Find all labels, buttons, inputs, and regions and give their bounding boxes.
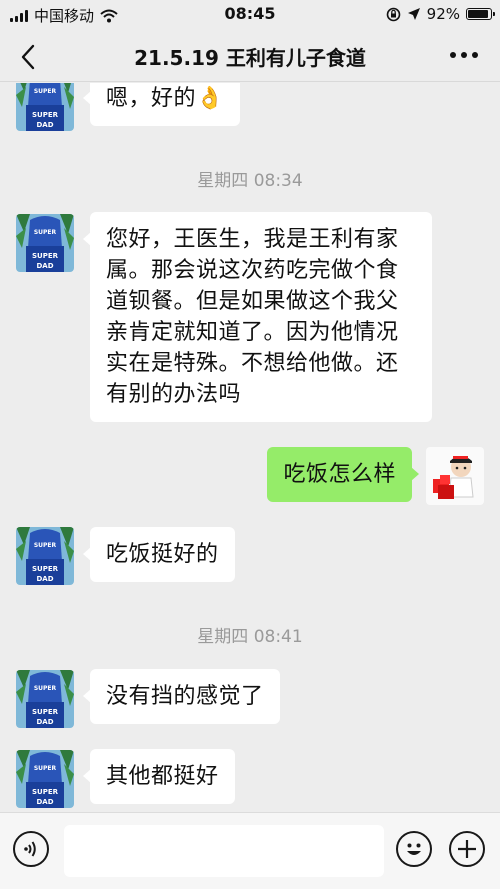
- contact-avatar[interactable]: SUPER SUPER DAD: [16, 83, 74, 131]
- svg-text:DAD: DAD: [36, 798, 53, 806]
- svg-text:SUPER: SUPER: [32, 252, 59, 260]
- contact-avatar[interactable]: SUPER SUPER DAD: [16, 527, 74, 585]
- rotation-lock-icon: [386, 7, 400, 21]
- message-bubble[interactable]: 没有挡的感觉了: [83, 669, 280, 724]
- svg-text:DAD: DAD: [36, 575, 53, 583]
- message-bubble[interactable]: 其他都挺好: [83, 749, 235, 804]
- svg-text:SUPER: SUPER: [34, 685, 57, 692]
- svg-text:SUPER: SUPER: [34, 88, 57, 95]
- contact-avatar[interactable]: SUPER SUPER DAD: [16, 214, 74, 272]
- svg-text:SUPER: SUPER: [34, 542, 57, 549]
- battery-icon: [466, 8, 495, 20]
- svg-text:SUPER: SUPER: [32, 111, 59, 119]
- chevron-left-icon[interactable]: [14, 42, 44, 72]
- contact-avatar[interactable]: SUPER SUPER DAD: [16, 750, 74, 808]
- nav-bar: 21.5.19 王利有儿子食道: [0, 30, 500, 82]
- doctor-avatar-icon: [426, 447, 484, 505]
- message-input[interactable]: [64, 825, 384, 877]
- location-icon: [407, 8, 420, 20]
- plus-icon[interactable]: [449, 831, 485, 867]
- svg-text:SUPER: SUPER: [34, 765, 57, 772]
- status-right: 92%: [386, 5, 495, 23]
- message-bubble[interactable]: 嗯，好的👌: [83, 83, 240, 126]
- battery-fill: [468, 10, 489, 18]
- contact-avatar[interactable]: SUPER SUPER DAD: [16, 670, 74, 728]
- svg-text:DAD: DAD: [36, 718, 53, 726]
- voice-icon[interactable]: [13, 831, 49, 867]
- svg-text:SUPER: SUPER: [32, 565, 59, 573]
- svg-text:DAD: DAD: [36, 121, 53, 129]
- self-avatar[interactable]: [426, 447, 484, 505]
- timestamp: 星期四 08:34: [197, 171, 303, 191]
- svg-text:DAD: DAD: [36, 262, 53, 270]
- message-bubble[interactable]: 您好，王医生，我是王利有家属。那会说这次药吃完做个食道钡餐。但是如果做这个我父亲…: [83, 212, 432, 422]
- status-bar: 中国移动 08:45 92%: [0, 0, 500, 30]
- timestamp: 星期四 08:41: [197, 627, 303, 647]
- message-bubble[interactable]: 吃饭怎么样: [267, 447, 419, 502]
- chat-title: 21.5.19 王利有儿子食道: [134, 46, 366, 70]
- chat-area[interactable]: SUPER SUPER DAD 嗯，好的👌 星期四 08:34 SUPER SUPER…: [0, 83, 500, 812]
- battery-percent: 92%: [426, 5, 460, 23]
- message-bubble[interactable]: 吃饭挺好的: [83, 527, 235, 582]
- svg-text:SUPER: SUPER: [34, 229, 57, 236]
- input-bar: [0, 812, 500, 889]
- svg-text:SUPER: SUPER: [32, 788, 59, 796]
- more-dots-icon[interactable]: [450, 52, 478, 58]
- svg-text:SUPER: SUPER: [32, 708, 59, 716]
- emoji-icon[interactable]: [396, 831, 432, 867]
